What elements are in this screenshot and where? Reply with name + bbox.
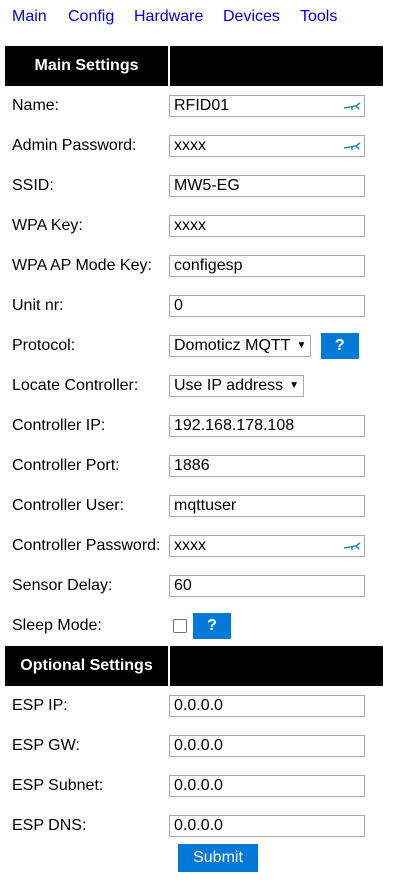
locate-controller-label: Locate Controller: bbox=[12, 377, 139, 394]
esp-gw-label: ESP GW: bbox=[12, 737, 80, 754]
wpa-key-input[interactable]: xxxx bbox=[169, 215, 365, 237]
dropdown-arrow-icon: ▼ bbox=[296, 340, 307, 351]
controller-user-value: mqttuser bbox=[174, 497, 237, 514]
main-settings-header: Main Settings bbox=[5, 46, 383, 86]
controller-password-label: Controller Password: bbox=[12, 537, 161, 554]
ssid-input[interactable]: MW5-EG bbox=[169, 175, 365, 197]
esp-ip-value: 0.0.0.0 bbox=[174, 697, 223, 714]
nav-devices-link[interactable]: Devices bbox=[223, 8, 280, 26]
key-icon bbox=[343, 142, 361, 150]
controller-port-input[interactable]: 1886 bbox=[169, 455, 365, 477]
header-spacer bbox=[169, 46, 383, 86]
protocol-help-button[interactable]: ? bbox=[320, 333, 359, 359]
header-spacer bbox=[169, 646, 383, 686]
ssid-label: SSID: bbox=[12, 177, 54, 194]
key-icon bbox=[343, 102, 361, 110]
locate-controller-value: Use IP address bbox=[174, 377, 284, 395]
sleep-mode-label: Sleep Mode: bbox=[12, 617, 102, 634]
esp-gw-input[interactable]: 0.0.0.0 bbox=[169, 735, 365, 757]
wpa-key-row: WPA Key: xxxx bbox=[5, 206, 383, 246]
nav-config-link[interactable]: Config bbox=[68, 8, 114, 26]
name-row: Name: RFID01 bbox=[5, 86, 383, 126]
sensor-delay-row: Sensor Delay: 60 bbox=[5, 566, 383, 606]
sleep-mode-row: Sleep Mode: ? bbox=[5, 606, 383, 646]
controller-password-input[interactable]: xxxx bbox=[169, 535, 365, 557]
ssid-row: SSID: MW5-EG bbox=[5, 166, 383, 206]
controller-user-input[interactable]: mqttuser bbox=[169, 495, 365, 517]
settings-form: Main Settings Name: RFID01 Admin Passwor… bbox=[5, 46, 383, 846]
wpa-key-label: WPA Key: bbox=[12, 217, 83, 234]
submit-button[interactable]: Submit bbox=[178, 844, 258, 872]
protocol-value: Domoticz MQTT bbox=[174, 337, 291, 355]
admin-password-row: Admin Password: xxxx bbox=[5, 126, 383, 166]
key-icon bbox=[343, 542, 361, 550]
protocol-select[interactable]: Domoticz MQTT ▼ bbox=[169, 335, 312, 357]
top-nav: Main Config Hardware Devices Tools bbox=[0, 0, 405, 36]
controller-user-row: Controller User: mqttuser bbox=[5, 486, 383, 526]
locate-controller-select[interactable]: Use IP address ▼ bbox=[169, 375, 304, 397]
nav-tools-link[interactable]: Tools bbox=[300, 8, 337, 26]
esp-subnet-row: ESP Subnet: 0.0.0.0 bbox=[5, 766, 383, 806]
esp-gw-value: 0.0.0.0 bbox=[174, 737, 223, 754]
unit-nr-row: Unit nr: 0 bbox=[5, 286, 383, 326]
main-settings-title: Main Settings bbox=[5, 46, 170, 86]
controller-ip-input[interactable]: 192.168.178.108 bbox=[169, 415, 365, 437]
wpa-ap-key-input[interactable]: configesp bbox=[169, 255, 365, 277]
esp-dns-label: ESP DNS: bbox=[12, 817, 87, 834]
unit-nr-value: 0 bbox=[174, 297, 183, 314]
admin-password-input[interactable]: xxxx bbox=[169, 135, 365, 157]
dropdown-arrow-icon: ▼ bbox=[289, 380, 299, 391]
optional-settings-title: Optional Settings bbox=[5, 646, 170, 686]
admin-password-value: xxxx bbox=[174, 137, 206, 154]
controller-port-row: Controller Port: 1886 bbox=[5, 446, 383, 486]
esp-dns-row: ESP DNS: 0.0.0.0 bbox=[5, 806, 383, 846]
optional-settings-header: Optional Settings bbox=[5, 646, 383, 686]
sleep-mode-checkbox[interactable] bbox=[173, 619, 187, 633]
esp-ip-input[interactable]: 0.0.0.0 bbox=[169, 695, 365, 717]
sleep-mode-help-button[interactable]: ? bbox=[193, 613, 231, 639]
esp-subnet-value: 0.0.0.0 bbox=[174, 777, 223, 794]
esp-gw-row: ESP GW: 0.0.0.0 bbox=[5, 726, 383, 766]
name-value: RFID01 bbox=[174, 97, 230, 114]
esp-ip-row: ESP IP: 0.0.0.0 bbox=[5, 686, 383, 726]
ssid-value: MW5-EG bbox=[174, 177, 240, 194]
esp-dns-input[interactable]: 0.0.0.0 bbox=[169, 815, 365, 837]
locate-controller-row: Locate Controller: Use IP address ▼ bbox=[5, 366, 383, 406]
wpa-key-value: xxxx bbox=[174, 217, 206, 234]
admin-password-label: Admin Password: bbox=[12, 137, 137, 154]
unit-nr-input[interactable]: 0 bbox=[169, 295, 365, 317]
controller-ip-value: 192.168.178.108 bbox=[174, 417, 295, 434]
sensor-delay-input[interactable]: 60 bbox=[169, 575, 365, 597]
unit-nr-label: Unit nr: bbox=[12, 297, 64, 314]
controller-user-label: Controller User: bbox=[12, 497, 125, 514]
sensor-delay-label: Sensor Delay: bbox=[12, 577, 113, 594]
esp-ip-label: ESP IP: bbox=[12, 697, 68, 714]
wpa-ap-key-label: WPA AP Mode Key: bbox=[12, 257, 152, 274]
sensor-delay-value: 60 bbox=[174, 577, 192, 594]
controller-password-value: xxxx bbox=[174, 537, 206, 554]
esp-subnet-input[interactable]: 0.0.0.0 bbox=[169, 775, 365, 797]
name-input[interactable]: RFID01 bbox=[169, 95, 365, 117]
protocol-label: Protocol: bbox=[12, 337, 76, 354]
controller-ip-row: Controller IP: 192.168.178.108 bbox=[5, 406, 383, 446]
controller-password-row: Controller Password: xxxx bbox=[5, 526, 383, 566]
esp-dns-value: 0.0.0.0 bbox=[174, 817, 223, 834]
nav-main-link[interactable]: Main bbox=[12, 8, 47, 26]
nav-hardware-link[interactable]: Hardware bbox=[134, 8, 203, 26]
wpa-ap-key-row: WPA AP Mode Key: configesp bbox=[5, 246, 383, 286]
wpa-ap-key-value: configesp bbox=[174, 257, 243, 274]
protocol-row: Protocol: Domoticz MQTT ▼ ? bbox=[5, 326, 383, 366]
controller-ip-label: Controller IP: bbox=[12, 417, 106, 434]
name-label: Name: bbox=[12, 97, 60, 114]
controller-port-label: Controller Port: bbox=[12, 457, 120, 474]
esp-subnet-label: ESP Subnet: bbox=[12, 777, 104, 794]
controller-port-value: 1886 bbox=[174, 457, 210, 474]
